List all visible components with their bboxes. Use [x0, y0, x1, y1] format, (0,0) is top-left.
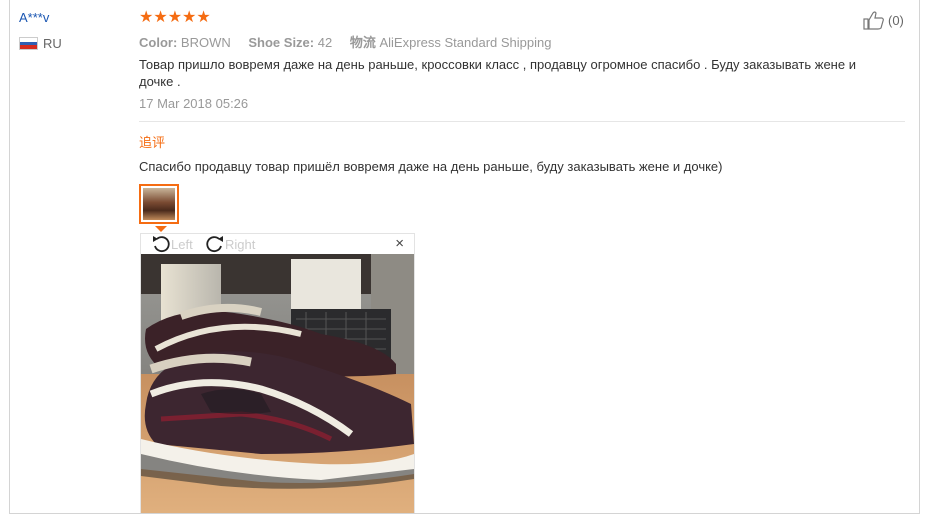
feedback-text: Товар пришло вовремя даже на день раньше…	[139, 57, 856, 89]
order-info: Color: BROWN Shoe Size: 42 物流 AliExpress…	[139, 32, 565, 51]
review-card: A***v RU ★ ★ ★ ★ ★ Color: BROWN Shoe Siz…	[9, 0, 920, 514]
reviewer-name: A***v	[19, 10, 50, 25]
country-code: RU	[43, 36, 62, 51]
star-icon: ★	[167, 9, 183, 26]
thumbs-up-icon	[863, 11, 884, 30]
rotate-left-icon	[153, 236, 170, 253]
star-icon: ★	[196, 9, 211, 26]
logistics-label: 物流	[349, 35, 376, 50]
rotate-left-button[interactable]: Left	[151, 235, 193, 253]
size-label: Shoe Size:	[248, 35, 315, 50]
photo-thumbnail[interactable]	[139, 184, 179, 224]
color-label: Color:	[139, 35, 178, 50]
russia-flag-icon	[19, 37, 38, 50]
helpful-count: (0)	[888, 12, 904, 28]
review-photo	[141, 254, 414, 513]
viewer-toolbar: Left Right ×	[141, 234, 414, 254]
star-icon: ★	[182, 9, 197, 26]
logistics-value: AliExpress Standard Shipping	[379, 35, 552, 50]
thumbnail-pointer	[155, 226, 167, 232]
reviewer-country: RU	[19, 36, 62, 51]
sneakers-photo	[141, 254, 414, 513]
image-viewer: Left Right ×	[140, 233, 415, 513]
helpful-button[interactable]: (0)	[863, 10, 904, 30]
star-rating: ★ ★ ★ ★ ★	[139, 10, 211, 26]
divider	[139, 121, 905, 122]
star-icon: ★	[153, 9, 168, 26]
size-value: 42	[317, 35, 333, 50]
rotate-right-button[interactable]: Right	[205, 235, 255, 253]
close-icon[interactable]: ×	[395, 236, 404, 252]
rotate-right-label: Right	[225, 236, 256, 252]
color-value: BROWN	[180, 35, 231, 50]
star-icon: ★	[139, 9, 154, 26]
rotate-right-icon	[206, 236, 223, 253]
feedback-date: 17 Mar 2018 05:26	[139, 96, 249, 111]
thumbnail-image	[143, 188, 175, 220]
additional-feedback-label: 追评	[139, 135, 166, 150]
rotate-left-label: Left	[171, 236, 193, 252]
additional-feedback-text: Спасибо продавцу товар пришёл вовремя да…	[139, 159, 723, 174]
